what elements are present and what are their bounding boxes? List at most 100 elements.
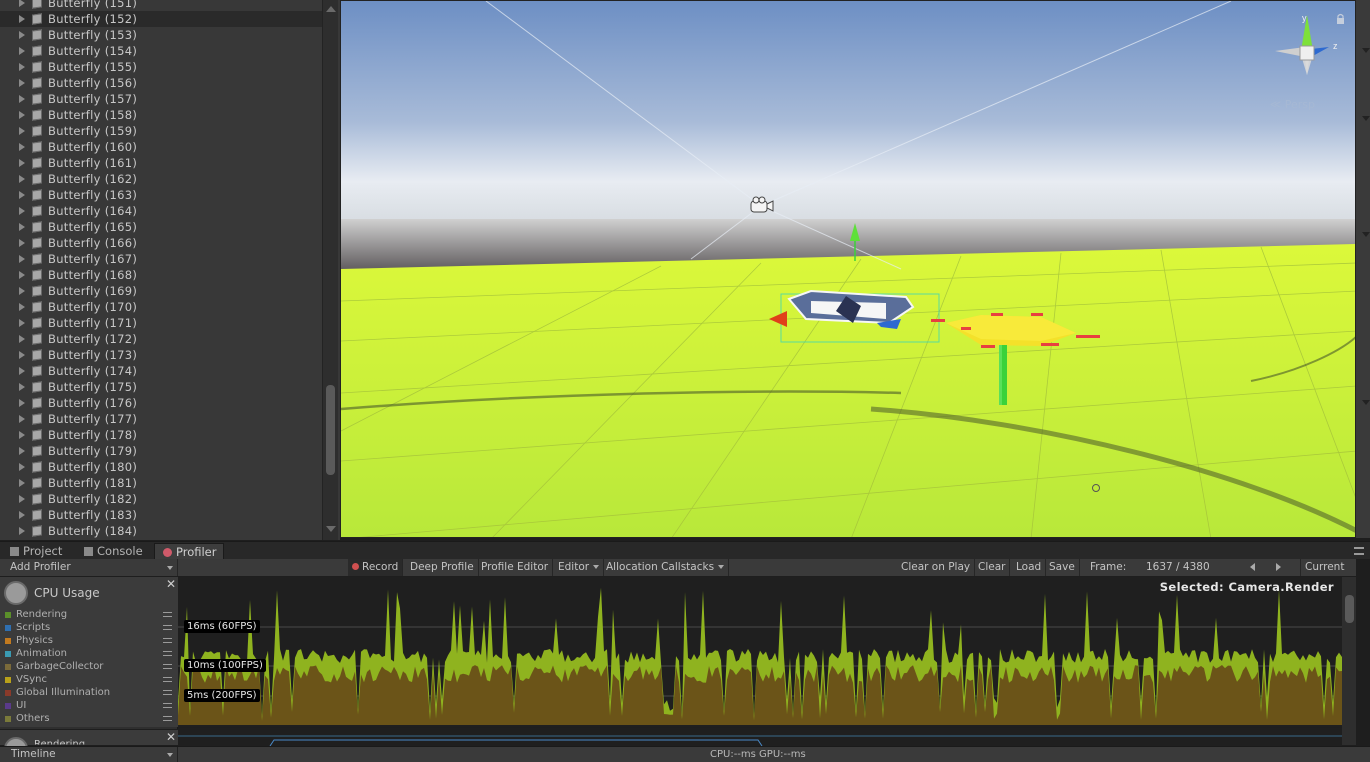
profile-editor-button[interactable]: Profile Editor	[477, 559, 554, 576]
expand-arrow-icon[interactable]	[19, 159, 25, 167]
hierarchy-item[interactable]: Butterfly (175)	[0, 379, 322, 395]
hierarchy-item[interactable]: Butterfly (178)	[0, 427, 322, 443]
expand-arrow-icon[interactable]	[19, 479, 25, 487]
hierarchy-item[interactable]: Butterfly (182)	[0, 491, 322, 507]
save-button[interactable]: Save	[1045, 559, 1080, 576]
expand-arrow-icon[interactable]	[19, 431, 25, 439]
cpu-category-row[interactable]: Others	[0, 712, 178, 725]
cpu-category-row[interactable]: Animation	[0, 647, 178, 660]
cpu-usage-module[interactable]: CPU Usage ✕ Rendering Scripts Physics Anima…	[0, 577, 178, 727]
hierarchy-item[interactable]: Butterfly (159)	[0, 123, 322, 139]
hierarchy-item[interactable]: Butterfly (155)	[0, 59, 322, 75]
drag-handle-icon[interactable]	[163, 664, 172, 669]
hierarchy-item[interactable]: Butterfly (153)	[0, 27, 322, 43]
cpu-category-row[interactable]: Global Illumination	[0, 686, 178, 699]
hierarchy-item[interactable]: Butterfly (170)	[0, 299, 322, 315]
expand-arrow-icon[interactable]	[19, 463, 25, 471]
hierarchy-item[interactable]: Butterfly (164)	[0, 203, 322, 219]
hierarchy-item[interactable]: Butterfly (174)	[0, 363, 322, 379]
expand-arrow-icon[interactable]	[19, 95, 25, 103]
expand-arrow-icon[interactable]	[19, 495, 25, 503]
expand-arrow-icon[interactable]	[19, 143, 25, 151]
hierarchy-item[interactable]: Butterfly (169)	[0, 283, 322, 299]
cpu-category-row[interactable]: UI	[0, 699, 178, 712]
hierarchy-item[interactable]: Butterfly (180)	[0, 459, 322, 475]
side-fold-icon[interactable]	[1362, 400, 1370, 405]
expand-arrow-icon[interactable]	[19, 303, 25, 311]
cpu-category-row[interactable]: VSync	[0, 673, 178, 686]
hierarchy-item[interactable]: Butterfly (163)	[0, 187, 322, 203]
close-icon[interactable]: ✕	[166, 577, 176, 591]
load-button[interactable]: Load	[1012, 559, 1047, 576]
hierarchy-item[interactable]: Butterfly (179)	[0, 443, 322, 459]
hierarchy-item[interactable]: Butterfly (157)	[0, 91, 322, 107]
hierarchy-item[interactable]: Butterfly (167)	[0, 251, 322, 267]
drag-handle-icon[interactable]	[163, 625, 172, 630]
hierarchy-item[interactable]: Butterfly (160)	[0, 139, 322, 155]
expand-arrow-icon[interactable]	[19, 79, 25, 87]
expand-arrow-icon[interactable]	[19, 367, 25, 375]
hierarchy-scrollbar[interactable]	[322, 0, 338, 540]
cpu-category-row[interactable]: GarbageCollector	[0, 660, 178, 673]
record-button[interactable]: Record	[348, 559, 404, 576]
clear-on-play-button[interactable]: Clear on Play	[897, 559, 976, 576]
cpu-category-row[interactable]: Scripts	[0, 621, 178, 634]
expand-arrow-icon[interactable]	[19, 415, 25, 423]
rendering-module[interactable]: Rendering ✕	[0, 729, 178, 761]
expand-arrow-icon[interactable]	[19, 15, 25, 23]
expand-arrow-icon[interactable]	[19, 239, 25, 247]
hierarchy-item[interactable]: Butterfly (171)	[0, 315, 322, 331]
cpu-usage-graph[interactable]: Selected: Camera.Render 16ms (60FPS) 10m…	[178, 577, 1342, 727]
side-fold-icon[interactable]	[1362, 48, 1370, 53]
add-profiler-dropdown[interactable]: Add Profiler	[0, 559, 178, 576]
clear-button[interactable]: Clear	[974, 559, 1011, 576]
expand-arrow-icon[interactable]	[19, 319, 25, 327]
expand-arrow-icon[interactable]	[19, 207, 25, 215]
hierarchy-item[interactable]: Butterfly (183)	[0, 507, 322, 523]
hierarchy-item[interactable]: Butterfly (165)	[0, 219, 322, 235]
allocation-callstacks-dropdown[interactable]: Allocation Callstacks	[602, 559, 730, 576]
side-fold-icon[interactable]	[1362, 116, 1370, 121]
expand-arrow-icon[interactable]	[19, 287, 25, 295]
scene-view[interactable]: y z ≪ Persp	[340, 0, 1356, 538]
rendering-graph[interactable]	[178, 728, 1342, 746]
persp-label[interactable]: ≪ Persp	[1270, 98, 1315, 111]
tab-console[interactable]: Console	[76, 543, 152, 560]
drag-handle-icon[interactable]	[163, 677, 172, 682]
close-icon[interactable]: ✕	[166, 730, 176, 744]
next-frame-icon[interactable]	[1276, 563, 1281, 571]
hierarchy-item[interactable]: Butterfly (162)	[0, 171, 322, 187]
hierarchy-item[interactable]: Butterfly (177)	[0, 411, 322, 427]
hierarchy-item[interactable]: Butterfly (152)	[0, 11, 322, 27]
hierarchy-item[interactable]: Butterfly (154)	[0, 43, 322, 59]
hierarchy-item[interactable]: Butterfly (156)	[0, 75, 322, 91]
expand-arrow-icon[interactable]	[19, 399, 25, 407]
current-frame-button[interactable]: Current	[1300, 559, 1348, 576]
drag-handle-icon[interactable]	[163, 638, 172, 643]
expand-arrow-icon[interactable]	[19, 31, 25, 39]
drag-handle-icon[interactable]	[163, 703, 172, 708]
cpu-category-row[interactable]: Physics	[0, 634, 178, 647]
tab-project[interactable]: Project	[2, 543, 76, 560]
previous-frame-icon[interactable]	[1250, 563, 1255, 571]
expand-arrow-icon[interactable]	[19, 447, 25, 455]
scrollbar-thumb[interactable]	[326, 385, 335, 475]
expand-arrow-icon[interactable]	[19, 271, 25, 279]
drag-handle-icon[interactable]	[163, 716, 172, 721]
hierarchy-item[interactable]: Butterfly (151)	[0, 0, 322, 11]
editor-dropdown[interactable]: Editor	[554, 559, 605, 576]
tab-profiler[interactable]: Profiler	[154, 543, 224, 560]
expand-arrow-icon[interactable]	[19, 383, 25, 391]
deep-profile-button[interactable]: Deep Profile	[406, 559, 479, 576]
scrollbar-thumb[interactable]	[1345, 595, 1354, 623]
drag-handle-icon[interactable]	[163, 690, 172, 695]
expand-arrow-icon[interactable]	[19, 255, 25, 263]
hierarchy-item[interactable]: Butterfly (158)	[0, 107, 322, 123]
expand-arrow-icon[interactable]	[19, 527, 25, 535]
side-fold-icon[interactable]	[1362, 232, 1370, 237]
hierarchy-item[interactable]: Butterfly (173)	[0, 347, 322, 363]
expand-arrow-icon[interactable]	[19, 63, 25, 71]
expand-arrow-icon[interactable]	[19, 511, 25, 519]
hierarchy-item[interactable]: Butterfly (176)	[0, 395, 322, 411]
expand-arrow-icon[interactable]	[19, 47, 25, 55]
